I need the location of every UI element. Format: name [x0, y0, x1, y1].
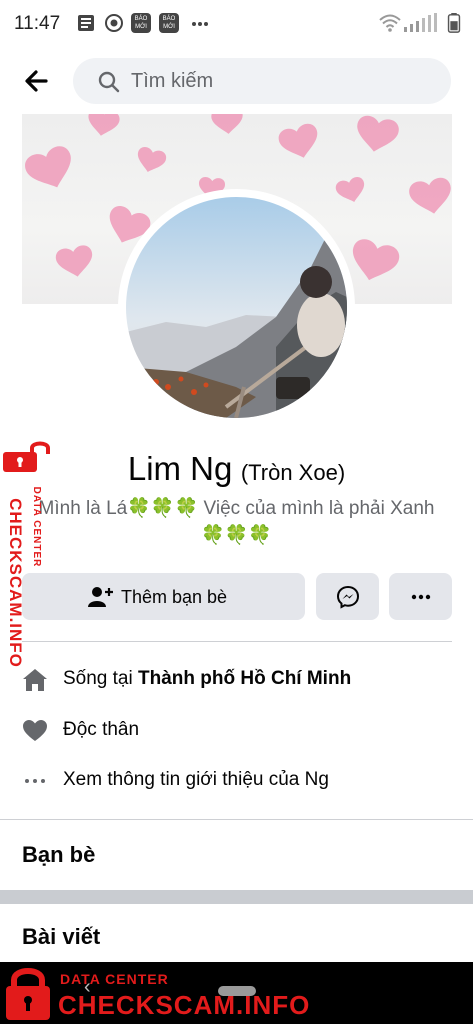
bao-moi-icon: BÁO MỚI: [131, 13, 151, 33]
more-options-button[interactable]: [389, 573, 452, 620]
lives-in-prefix: Sống tại: [63, 668, 138, 689]
watermark-side: CHECKSCAM.INFO DATA CENTER: [0, 438, 56, 678]
messenger-icon: [336, 585, 360, 609]
message-button[interactable]: [316, 573, 379, 620]
add-friend-label: Thêm bạn bè: [121, 587, 228, 607]
status-bar: 11:47 BÁO MỚI BÁO MỚI: [0, 0, 473, 48]
info-lives-in: Sống tại Thành phố Hồ Chí Minh: [0, 657, 473, 701]
posts-section-title: Bài viết: [22, 924, 101, 949]
see-about-label: Xem thông tin giới thiệu của Ng: [63, 769, 329, 790]
more-dots-icon: [411, 594, 431, 600]
lock-icon: [6, 968, 50, 1020]
news-icon: [78, 15, 94, 31]
profile-avatar[interactable]: [126, 197, 347, 418]
add-friend-button[interactable]: Thêm bạn bè: [22, 573, 305, 620]
profile-bio: Mình là Lá🍀🍀🍀 Việc của mình là phải Xanh…: [30, 495, 443, 549]
battery-icon: [447, 13, 461, 33]
heart-icon: [23, 720, 47, 741]
status-time: 11:47: [14, 13, 61, 34]
search-input[interactable]: Tìm kiếm: [73, 58, 451, 104]
top-header: Tìm kiếm: [0, 48, 473, 114]
watermark-bottom-big: CHECKSCAM.INFO: [58, 990, 311, 1020]
divider: [22, 641, 452, 642]
more-dots-icon: [25, 779, 45, 783]
watermark-side-small: DATA CENTER: [31, 486, 42, 568]
info-relationship: Độc thân: [0, 708, 473, 752]
friends-section-title[interactable]: Bạn bè: [22, 842, 95, 868]
wifi-icon: [379, 14, 401, 32]
watermark-bottom-small: DATA CENTER: [60, 971, 169, 987]
more-dots-icon: [192, 22, 208, 26]
add-friend-icon: [88, 587, 113, 607]
relationship-status: Độc thân: [63, 719, 140, 740]
see-about-link[interactable]: Xem thông tin giới thiệu của Ng: [0, 758, 473, 802]
signal-icon: [404, 13, 437, 32]
alternate-name: (Tròn Xoe): [240, 460, 346, 485]
search-placeholder: Tìm kiếm: [131, 70, 214, 92]
divider: [0, 819, 473, 820]
clover-emoji: 🍀🍀🍀: [201, 525, 272, 546]
bio-text-2: Việc của mình là phải Xanh: [198, 498, 435, 519]
bao-moi-icon: BÁO MỚI: [159, 13, 179, 33]
lock-icon: [3, 441, 50, 472]
section-separator: [0, 890, 473, 904]
back-arrow-icon[interactable]: [20, 66, 54, 96]
profile-name-row: Lim Ng (Tròn Xoe): [0, 450, 473, 488]
avatar-photo: [126, 197, 347, 418]
clover-emoji: 🍀🍀🍀: [127, 498, 199, 519]
search-icon: [98, 71, 120, 93]
profile-name: Lim Ng: [127, 450, 233, 487]
lives-in-city[interactable]: Thành phố Hồ Chí Minh: [138, 668, 351, 689]
messenger-icon: [105, 14, 123, 32]
watermark-side-big: CHECKSCAM.INFO: [6, 498, 25, 668]
bottom-nav-bar: ‹ DATA CENTER CHECKSCAM.INFO: [0, 962, 473, 1024]
